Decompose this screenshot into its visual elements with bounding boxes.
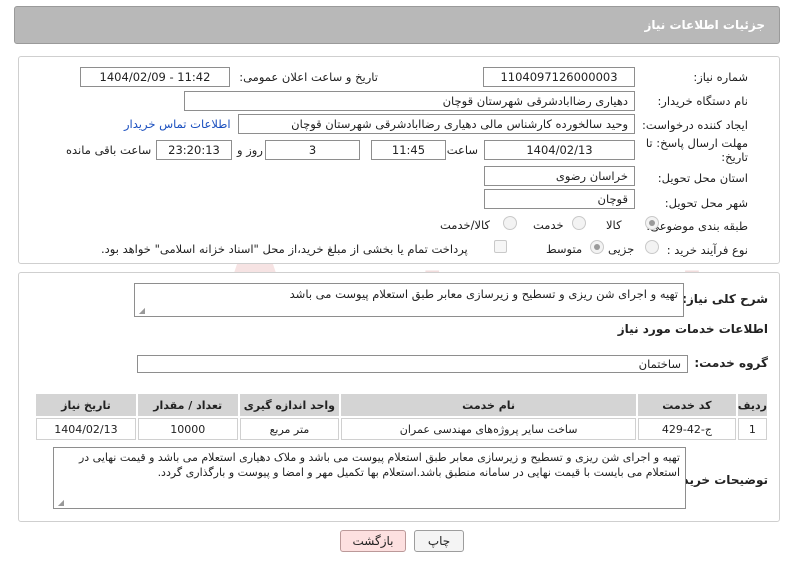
back-button[interactable]: بازگشت: [340, 530, 406, 552]
deadline-date-field: 1404/02/13: [484, 140, 635, 160]
services-section-title: اطلاعات خدمات مورد نیاز: [617, 322, 768, 336]
city-label: شهر محل تحویل:: [664, 196, 748, 210]
category-option-goods-service: کالا/خدمت: [440, 218, 491, 232]
category-option-goods: کالا: [606, 218, 622, 232]
col-unit: واحد اندازه گیری: [239, 394, 340, 416]
category-radio-goods[interactable]: [645, 216, 659, 230]
province-field: خراسان رضوی: [484, 166, 635, 186]
page-header: جزئیات اطلاعات نیاز: [14, 6, 780, 44]
table-row: 1 ج-42-429 ساخت سایر پروژه‌های مهندسی عم…: [36, 418, 767, 440]
col-need-date: تاریخ نیاز: [36, 394, 136, 416]
summary-text: تهیه و اجرای شن ریزی و تسطیح و زیرسازی م…: [289, 287, 678, 301]
remaining-time-field: 23:20:13: [156, 140, 232, 160]
process-option-minor: جزیی: [608, 242, 635, 256]
requester-label: ایجاد کننده درخواست:: [642, 118, 748, 132]
resize-grip-icon[interactable]: ◢: [137, 307, 145, 315]
unit-cell: متر مربع: [239, 418, 340, 440]
deadline-label: مهلت ارسال پاسخ: تا: [645, 136, 748, 150]
need-number-field: 1104097126000003: [483, 67, 635, 87]
category-option-service: خدمت: [533, 218, 564, 232]
summary-textarea[interactable]: تهیه و اجرای شن ریزی و تسطیح و زیرسازی م…: [134, 283, 684, 317]
row-number-cell: 1: [737, 418, 767, 440]
buyer-notes-textarea[interactable]: تهیه و اجرای شن ریزی و تسطیح و زیرسازی م…: [53, 447, 686, 509]
buyer-notes-text: تهیه و اجرای شن ریزی و تسطیح و زیرسازی م…: [78, 451, 680, 479]
deadline-time-field: 11:45: [371, 140, 446, 160]
service-group-field: ساختمان: [137, 355, 688, 373]
resize-grip-icon[interactable]: ◢: [56, 499, 64, 507]
days-label: روز و: [237, 143, 263, 157]
buyer-org-label: نام دستگاه خریدار:: [657, 94, 748, 108]
table-header-row: ردیف کد خدمت نام خدمت واحد اندازه گیری ت…: [36, 394, 767, 416]
treasury-payment-checkbox[interactable]: [494, 240, 507, 253]
category-radio-goods-service[interactable]: [503, 216, 517, 230]
summary-label: شرح کلی نیاز:: [682, 292, 768, 306]
process-option-medium: متوسط: [546, 242, 583, 256]
category-label: طبقه بندی موضوعی:: [646, 219, 748, 233]
col-service-name: نام خدمت: [341, 394, 637, 416]
announce-datetime-field: 1404/02/09 - 11:42: [80, 67, 230, 87]
services-table: ردیف کد خدمت نام خدمت واحد اندازه گیری ت…: [34, 392, 769, 442]
deadline-label-date: تاریخ:: [721, 150, 748, 164]
col-row-number: ردیف: [737, 394, 767, 416]
process-radio-medium[interactable]: [590, 240, 604, 254]
process-radio-minor[interactable]: [645, 240, 659, 254]
need-date-cell: 1404/02/13: [36, 418, 136, 440]
province-label: استان محل تحویل:: [657, 171, 748, 185]
category-radio-service[interactable]: [572, 216, 586, 230]
buyer-contact-link[interactable]: اطلاعات تماس خریدار: [124, 117, 231, 131]
print-button[interactable]: چاپ: [414, 530, 464, 552]
service-code-cell: ج-42-429: [638, 418, 736, 440]
service-name-cell: ساخت سایر پروژه‌های مهندسی عمران: [341, 418, 637, 440]
col-quantity: تعداد / مقدار: [137, 394, 238, 416]
service-group-label: گروه خدمت:: [694, 356, 768, 370]
process-label: نوع فرآیند خرید :: [666, 243, 748, 257]
buyer-org-field: دهیاری رضاابادشرقی شهرستان قوچان: [184, 91, 635, 111]
quantity-cell: 10000: [137, 418, 238, 440]
requester-field: وحید سالخورده کارشناس مالی دهیاری رضاابا…: [238, 114, 635, 134]
col-service-code: کد خدمت: [638, 394, 736, 416]
need-number-label: شماره نیاز:: [693, 70, 748, 84]
city-field: قوچان: [484, 189, 635, 209]
announce-datetime-label: تاریخ و ساعت اعلان عمومی:: [239, 70, 378, 84]
deadline-time-label: ساعت: [446, 143, 478, 157]
remaining-time-label: ساعت باقی مانده: [66, 143, 152, 157]
page-title: جزئیات اطلاعات نیاز: [644, 18, 765, 32]
treasury-payment-note: پرداخت تمام یا بخشی از مبلغ خرید،از محل …: [101, 242, 468, 256]
days-field: 3: [265, 140, 360, 160]
